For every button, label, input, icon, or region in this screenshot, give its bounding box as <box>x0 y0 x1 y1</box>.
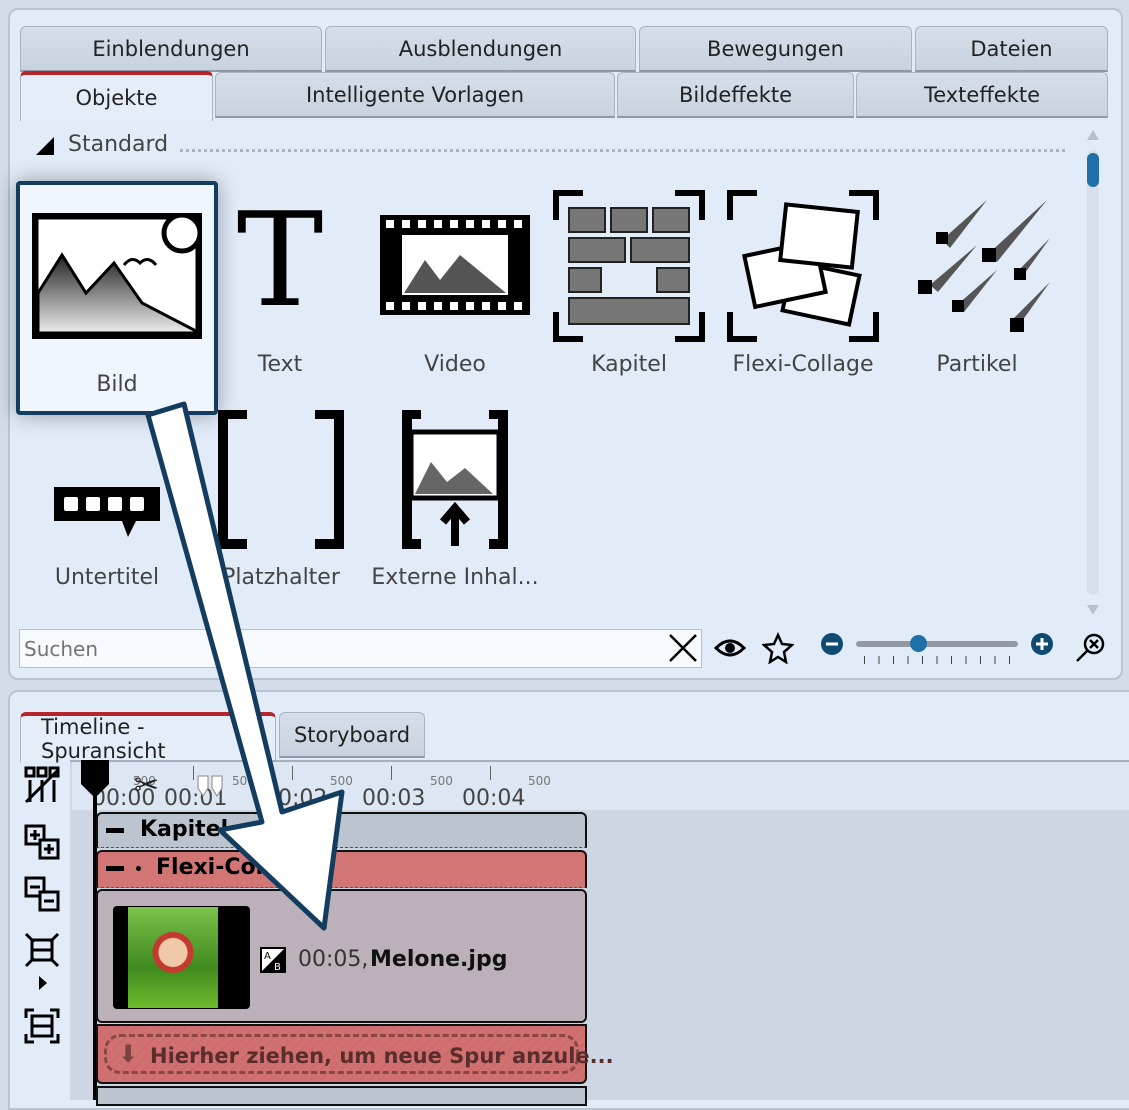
tab-objekte[interactable]: Objekte <box>20 71 213 121</box>
film-icon <box>380 215 530 315</box>
collage-label: Flexi-Collage <box>156 855 266 880</box>
svg-text:A: A <box>264 951 271 962</box>
collapse-triangle-icon[interactable] <box>36 137 54 155</box>
drop-arrow-icon: ⬇ <box>118 1040 139 1068</box>
object-label: Bild <box>96 372 138 397</box>
ruler-sub: 500 <box>528 774 551 788</box>
tab-timeline[interactable]: Timeline - Spuransicht <box>20 712 276 763</box>
object-kapitel[interactable]: Kapitel <box>542 188 716 390</box>
zoom-fit-icon[interactable] <box>1074 632 1106 664</box>
object-partikel[interactable]: Partikel <box>890 190 1064 390</box>
ruler-time: 00:02 <box>264 786 328 811</box>
ruler-time: 00:04 <box>462 786 526 811</box>
zoom-in-icon[interactable] <box>1030 632 1054 656</box>
chapter-track[interactable]: Kapitel <box>96 812 587 848</box>
search-input[interactable] <box>19 629 702 668</box>
object-bild[interactable]: Bild <box>16 181 218 415</box>
tab-ausblendungen[interactable]: Ausblendungen <box>325 26 636 72</box>
track-bottom <box>96 1086 587 1106</box>
zoom-slider-ticks <box>864 656 1010 664</box>
expand-icon[interactable] <box>24 1008 60 1044</box>
tab-intelligente-vorlagen[interactable]: Intelligente Vorlagen <box>215 72 615 118</box>
particles-icon <box>918 200 1050 332</box>
collapse-icon[interactable] <box>106 866 124 871</box>
clip-duration: 00:05, <box>298 947 369 972</box>
clip-thumbnail <box>113 906 250 1009</box>
subtitle-icon <box>54 487 160 537</box>
ruler-time: 00:03 <box>362 786 426 811</box>
zoom-out-icon[interactable] <box>820 632 844 656</box>
split-tracks-icon[interactable] <box>24 766 60 804</box>
clip-name: Melone.jpg <box>370 947 508 972</box>
collage-track[interactable]: Flexi-Collage <box>96 850 587 888</box>
section-divider <box>180 149 1065 152</box>
collapse-icon[interactable] <box>106 828 124 833</box>
scrollbar-thumb[interactable] <box>1087 153 1099 187</box>
tab-einblendungen[interactable]: Einblendungen <box>20 26 322 72</box>
object-flexi-collage[interactable]: Flexi-Collage <box>716 188 890 390</box>
drop-zone-label: Hierher ziehen, um neue Spur anzule... <box>150 1044 614 1068</box>
scissors-icon[interactable]: ✂ <box>134 768 159 803</box>
ruler-sub: 500 <box>232 774 255 788</box>
timeline-toolbar <box>16 762 70 1100</box>
tab-dateien[interactable]: Dateien <box>915 26 1108 72</box>
add-track-icon[interactable] <box>24 824 60 860</box>
chapter-label: Kapitel <box>140 817 229 842</box>
placeholder-icon <box>218 409 344 549</box>
object-untertitel[interactable]: Untertitel <box>20 410 194 600</box>
object-video[interactable]: Video <box>368 190 542 390</box>
scrollbar-track[interactable] <box>1087 150 1099 595</box>
star-icon[interactable] <box>762 632 794 664</box>
tab-bildeffekte[interactable]: Bildeffekte <box>617 72 854 118</box>
collage-icon <box>725 188 881 344</box>
text-icon: T <box>236 184 324 336</box>
tab-texteffekte[interactable]: Texteffekte <box>856 72 1108 118</box>
expand-arrow-icon[interactable] <box>39 976 47 990</box>
object-text[interactable]: T Text <box>193 190 367 390</box>
section-title: Standard <box>68 132 169 157</box>
image-icon <box>32 213 202 339</box>
dot-icon <box>136 866 141 871</box>
zoom-slider-thumb[interactable] <box>909 635 927 652</box>
object-platzhalter[interactable]: Platzhalter <box>194 409 368 600</box>
eye-icon[interactable] <box>714 636 746 660</box>
tab-bewegungen[interactable]: Bewegungen <box>639 26 912 72</box>
external-content-icon <box>402 409 508 549</box>
drop-zone[interactable]: ⬇ Hierher ziehen, um neue Spur anzule... <box>96 1024 614 1084</box>
ruler[interactable] <box>72 762 1129 810</box>
ruler-sub: 500 <box>430 774 453 788</box>
tab-storyboard[interactable]: Storyboard <box>279 712 425 758</box>
chapter-icon <box>551 188 707 344</box>
object-externe-inhalte[interactable]: Externe Inhal... <box>368 409 542 600</box>
clear-search-icon[interactable] <box>668 633 698 663</box>
scroll-up-icon[interactable] <box>1087 130 1099 140</box>
scroll-down-icon[interactable] <box>1087 605 1099 615</box>
remove-track-icon[interactable] <box>24 876 60 912</box>
zoom-slider-track[interactable] <box>856 641 1018 647</box>
collapse-icon[interactable] <box>24 932 60 968</box>
ruler-sub: 500 <box>330 774 353 788</box>
image-clip[interactable]: AB 00:05, Melone.jpg <box>96 889 587 1023</box>
transition-icon: AB <box>260 947 286 973</box>
marker-icon[interactable] <box>196 774 224 798</box>
svg-text:B: B <box>274 962 281 973</box>
